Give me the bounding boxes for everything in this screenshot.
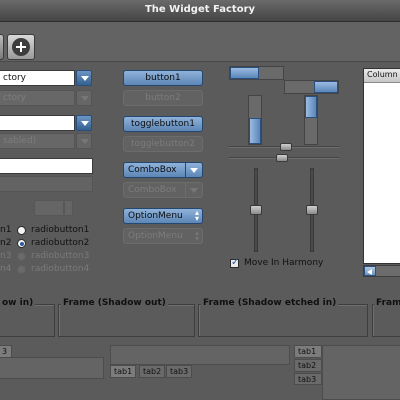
progress-bar-vertical-2 — [304, 95, 318, 145]
combobox-label: ComboBox — [128, 165, 177, 175]
combobox-button-disabled: ComboBox — [123, 182, 203, 198]
notebook-bottom-pane — [110, 345, 290, 365]
frame-shadow-etched-in-label: Frame (Shadow etched in) — [201, 298, 339, 308]
toolbar-button-partial[interactable] — [0, 34, 4, 60]
combo-2-dropdown-button — [76, 90, 92, 106]
horizontal-scrollbar[interactable] — [363, 265, 400, 277]
notebook-bottom-tab-2[interactable]: tab2 — [139, 365, 166, 378]
window-title: The Widget Factory — [144, 4, 256, 15]
frame-shadow-out — [58, 304, 195, 337]
radio-button-1[interactable] — [17, 226, 26, 235]
optionmenu-button-disabled: OptionMenu ▴ ▾ — [123, 228, 203, 244]
button2-disabled: button2 — [123, 90, 203, 106]
progress-fill — [314, 81, 338, 93]
notebook-bottom-tab-3[interactable]: tab3 — [166, 365, 193, 378]
combo-3-dropdown-button[interactable] — [76, 115, 92, 131]
optionmenu-button[interactable]: OptionMenu ▴ ▾ — [123, 208, 203, 224]
notebook-bottom-tab-1[interactable]: tab1 — [110, 365, 137, 378]
notebook-right-tab-2[interactable]: tab2 — [294, 359, 322, 372]
progress-fill — [230, 67, 260, 79]
title-bar: The Widget Factory — [0, 0, 400, 22]
togglebutton1[interactable]: togglebutton1 — [123, 116, 203, 132]
move-in-harmony-checkbox[interactable] — [230, 257, 239, 268]
radio-left-label-1: n1 — [0, 225, 12, 235]
optionmenu-disabled-label: OptionMenu — [128, 231, 183, 241]
combo-4-dropdown-button — [76, 133, 92, 149]
combo-entry-1[interactable]: ctory — [0, 70, 75, 86]
toolbar — [0, 22, 400, 62]
tree-view[interactable]: Column — [363, 68, 400, 264]
chevron-down-icon — [185, 163, 202, 177]
updown-arrows-icon: ▴ ▾ — [194, 208, 199, 223]
vscale-2-thumb[interactable] — [306, 205, 318, 215]
optionmenu-label: OptionMenu — [128, 211, 183, 221]
notebook-left-tab[interactable]: 3 — [0, 345, 12, 358]
add-button[interactable] — [7, 34, 35, 60]
progress-fill — [305, 96, 317, 118]
frame-shadow-in — [0, 304, 55, 337]
button1[interactable]: button1 — [123, 70, 203, 86]
scroll-left-button[interactable] — [364, 266, 376, 276]
combobox-disabled-label: ComboBox — [128, 185, 177, 195]
frame-shadow-out-label: Frame (Shadow out) — [61, 298, 168, 308]
notebook-right-tab-3[interactable]: tab3 — [294, 373, 322, 385]
progress-bar-horizontal-2 — [284, 80, 339, 94]
hscale-2-thumb[interactable] — [276, 154, 288, 162]
move-in-harmony-label: Move In Harmony — [244, 258, 324, 268]
hscale-1-thumb[interactable] — [280, 143, 292, 151]
text-entry-disabled — [0, 176, 93, 192]
radio-label-4: radiobutton4 — [31, 264, 90, 274]
progress-bar-vertical-1 — [248, 95, 262, 145]
column-header[interactable]: Column — [364, 69, 400, 83]
vscale-1-thumb[interactable] — [250, 205, 262, 215]
combo-entry-4-disabled: sabled) — [0, 133, 75, 149]
radio-label-1: radiobutton1 — [31, 225, 90, 235]
spin-arrows — [64, 200, 73, 216]
progress-fill — [249, 117, 261, 144]
radio-button-3 — [17, 252, 26, 261]
notebook-left-pane — [0, 357, 104, 379]
radio-left-label-4: n4 — [0, 264, 12, 274]
progress-bar-horizontal-1 — [229, 66, 284, 80]
radio-label-2: radiobutton2 — [31, 238, 90, 248]
combobox-button[interactable]: ComboBox — [123, 162, 203, 178]
updown-arrows-icon: ▴ ▾ — [194, 228, 199, 243]
togglebutton2-disabled: togglebutton2 — [123, 136, 203, 152]
combo-entry-3[interactable] — [0, 115, 75, 131]
frame-shadow-etched-out — [372, 304, 400, 337]
radio-left-label-3: n3 — [0, 251, 12, 261]
notebook-right-tab-1[interactable]: tab1 — [294, 345, 322, 358]
radio-left-label-2: n2 — [0, 238, 12, 248]
radio-button-4 — [17, 265, 26, 274]
radio-label-3: radiobutton3 — [31, 251, 90, 261]
combo-entry-2-disabled: ctory — [0, 90, 75, 106]
chevron-down-icon — [185, 183, 202, 197]
notebook-right-pane — [322, 345, 400, 400]
text-entry[interactable] — [0, 158, 93, 174]
frame-shadow-in-label: ow in) — [0, 298, 36, 308]
combo-1-dropdown-button[interactable] — [76, 70, 92, 86]
plus-circle-icon — [12, 38, 30, 56]
frame-shadow-etched-out-label: Fram — [374, 298, 400, 308]
frame-shadow-etched-in — [198, 304, 368, 337]
radio-button-2[interactable] — [17, 239, 26, 248]
spin-button-disabled — [34, 200, 64, 216]
